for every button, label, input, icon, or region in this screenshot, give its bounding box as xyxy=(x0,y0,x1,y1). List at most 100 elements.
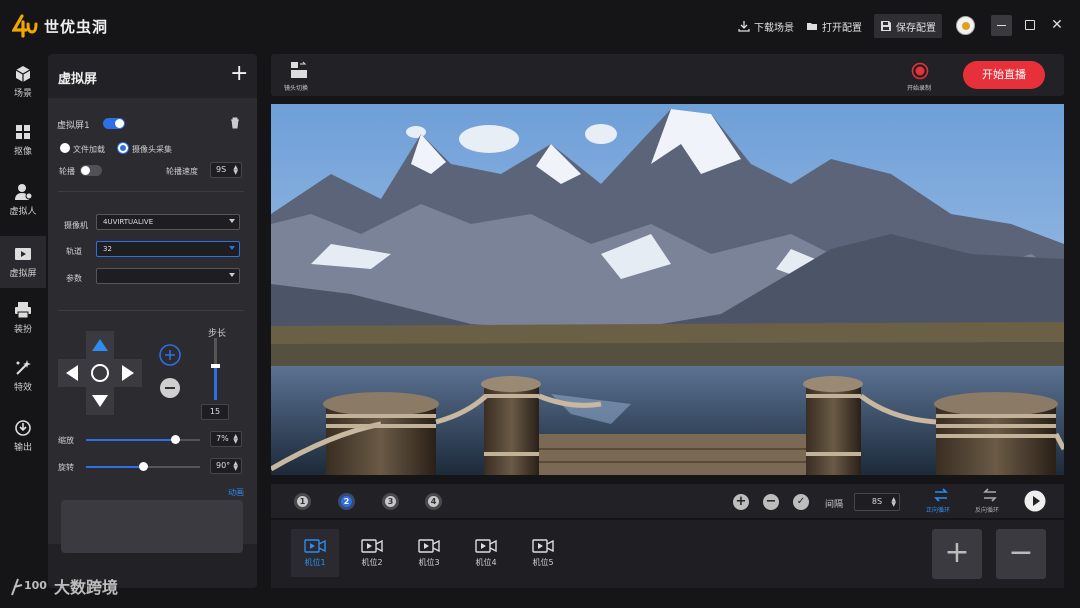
arrow-left-icon xyxy=(66,365,78,381)
video-camera-icon xyxy=(532,538,554,553)
confirm-check-icon[interactable]: ✓ xyxy=(793,494,809,510)
output-icon xyxy=(15,420,31,436)
video-camera-icon xyxy=(475,538,497,553)
rotate-slider-knob[interactable] xyxy=(139,462,148,471)
screen-enable-toggle[interactable] xyxy=(103,118,125,129)
chevron-down-icon xyxy=(229,246,235,250)
dpad-down-button[interactable] xyxy=(86,387,114,415)
source-camera-radio[interactable] xyxy=(118,143,128,153)
svg-text:100: 100 xyxy=(24,579,47,592)
reverse-loop-icon[interactable] xyxy=(982,488,998,502)
carousel-label: 轮播 xyxy=(59,167,75,176)
nav-item-virtual-screen[interactable]: 虚拟屏 xyxy=(0,236,46,288)
zoom-stepper[interactable]: 7% ▲ ▼ xyxy=(210,431,242,447)
camera-position-label: 机位5 xyxy=(532,557,554,567)
camera-switch-icon[interactable] xyxy=(290,61,308,79)
camera-position-5[interactable]: 机位5 xyxy=(519,529,567,577)
rotate-slider[interactable] xyxy=(86,462,200,471)
dpad-up-button[interactable] xyxy=(86,331,114,359)
chevron-down-icon xyxy=(229,219,235,223)
nav-item-effects[interactable]: 特效 xyxy=(0,350,46,402)
step-value-box[interactable]: 15 xyxy=(201,404,229,420)
close-button[interactable]: ✕ xyxy=(1050,15,1064,35)
start-live-button[interactable]: 开始直播 xyxy=(963,61,1045,89)
interval-stepper[interactable]: 8S ▲ ▼ xyxy=(854,493,900,511)
camera-label: 摄像机 xyxy=(64,221,88,230)
zoom-slider[interactable] xyxy=(86,435,200,444)
play-button[interactable] xyxy=(1024,490,1046,512)
watermark-text: 大数跨境 xyxy=(54,578,119,597)
page-button[interactable]: 3 xyxy=(382,493,399,510)
arrow-right-icon xyxy=(122,365,134,381)
mountain-lake-scene-image xyxy=(271,104,1064,475)
remove-camera-button[interactable]: − xyxy=(996,529,1046,579)
source-file-radio[interactable] xyxy=(60,143,70,153)
dpad-center-button[interactable] xyxy=(86,359,114,387)
trash-icon[interactable] xyxy=(230,117,240,129)
open-config-label: 打开配置 xyxy=(822,22,862,34)
nav-item-scene[interactable]: 场景 xyxy=(0,56,46,108)
dpad-left-button[interactable] xyxy=(58,359,86,387)
nav-item-keying[interactable]: 抠像 xyxy=(0,114,46,166)
carousel-toggle[interactable] xyxy=(80,165,102,176)
page-button[interactable]: 2 xyxy=(338,493,355,510)
user-avatar[interactable] xyxy=(956,16,975,35)
step-slider-fill xyxy=(214,365,217,400)
camera-position-4[interactable]: 机位4 xyxy=(462,529,510,577)
maximize-button[interactable] xyxy=(1025,20,1035,30)
page-button[interactable]: 1 xyxy=(294,493,311,510)
nav-item-avatar[interactable]: 虚拟人 xyxy=(0,174,46,226)
step-slider-track[interactable] xyxy=(211,338,220,400)
animation-link[interactable]: 动画 xyxy=(228,487,244,498)
add-camera-button[interactable]: + xyxy=(932,529,982,579)
camera-position-label: 机位4 xyxy=(475,557,497,567)
rotate-label: 旋转 xyxy=(58,463,74,472)
step-slider-knob[interactable] xyxy=(211,363,220,368)
camera-position-2[interactable]: 机位2 xyxy=(348,529,396,577)
watermark-logo-icon: 100 xyxy=(11,578,47,596)
nav-item-output[interactable]: 输出 xyxy=(0,410,46,462)
step-label: 步长 xyxy=(208,329,227,339)
camera-position-1[interactable]: 机位1 xyxy=(291,529,339,577)
save-config-label: 保存配置 xyxy=(896,22,936,34)
zoom-out-button[interactable] xyxy=(159,377,181,399)
sparkle-icon xyxy=(16,360,31,375)
save-config-button[interactable]: 保存配置 xyxy=(874,14,942,38)
rotate-stepper[interactable]: 90° ▲ ▼ xyxy=(210,458,242,474)
interval-value: 8S xyxy=(871,497,883,506)
page-button[interactable]: 4 xyxy=(425,493,442,510)
stage-toolbar: 镜头切换 开始录制 开始直播 xyxy=(271,54,1064,96)
zoom-slider-knob[interactable] xyxy=(170,435,180,444)
forward-loop-icon[interactable] xyxy=(933,488,949,502)
carousel-speed-stepper[interactable]: 9S ▲ ▼ xyxy=(210,162,242,178)
nav-item-dressing[interactable]: 装扮 xyxy=(0,292,46,344)
rotate-value: 90° xyxy=(216,461,231,470)
download-scene-label: 下载场景 xyxy=(754,22,794,34)
camera-position-label: 机位2 xyxy=(361,557,383,567)
add-preset-button[interactable]: + xyxy=(733,494,749,510)
chevron-down-icon xyxy=(229,273,235,277)
app-title: 世优虫洞 xyxy=(44,18,109,36)
camera-value: 4UVIRTUALIVE xyxy=(103,218,154,226)
record-icon[interactable] xyxy=(911,62,929,80)
source-file-label: 文件加载 xyxy=(73,145,105,154)
params-select[interactable] xyxy=(96,268,240,284)
minimize-button[interactable] xyxy=(991,15,1012,36)
track-value: 32 xyxy=(103,245,112,253)
screen-play-icon xyxy=(15,248,31,260)
zoom-in-button[interactable] xyxy=(159,344,181,366)
track-select[interactable]: 32 xyxy=(96,241,240,257)
camera-select[interactable]: 4UVIRTUALIVE xyxy=(96,214,240,230)
camera-position-3[interactable]: 机位3 xyxy=(405,529,453,577)
remove-preset-button[interactable]: − xyxy=(763,494,779,510)
scene-viewport[interactable] xyxy=(271,104,1064,475)
animation-area[interactable] xyxy=(61,500,243,553)
folder-icon xyxy=(807,23,817,30)
download-scene-button[interactable]: 下载场景 xyxy=(738,17,794,35)
add-screen-button[interactable]: + xyxy=(230,63,248,85)
circle-icon xyxy=(91,364,109,382)
open-config-button[interactable]: 打开配置 xyxy=(806,17,862,35)
panel-title: 虚拟屏 xyxy=(58,72,98,87)
dpad-right-button[interactable] xyxy=(114,359,142,387)
download-icon xyxy=(738,21,750,32)
